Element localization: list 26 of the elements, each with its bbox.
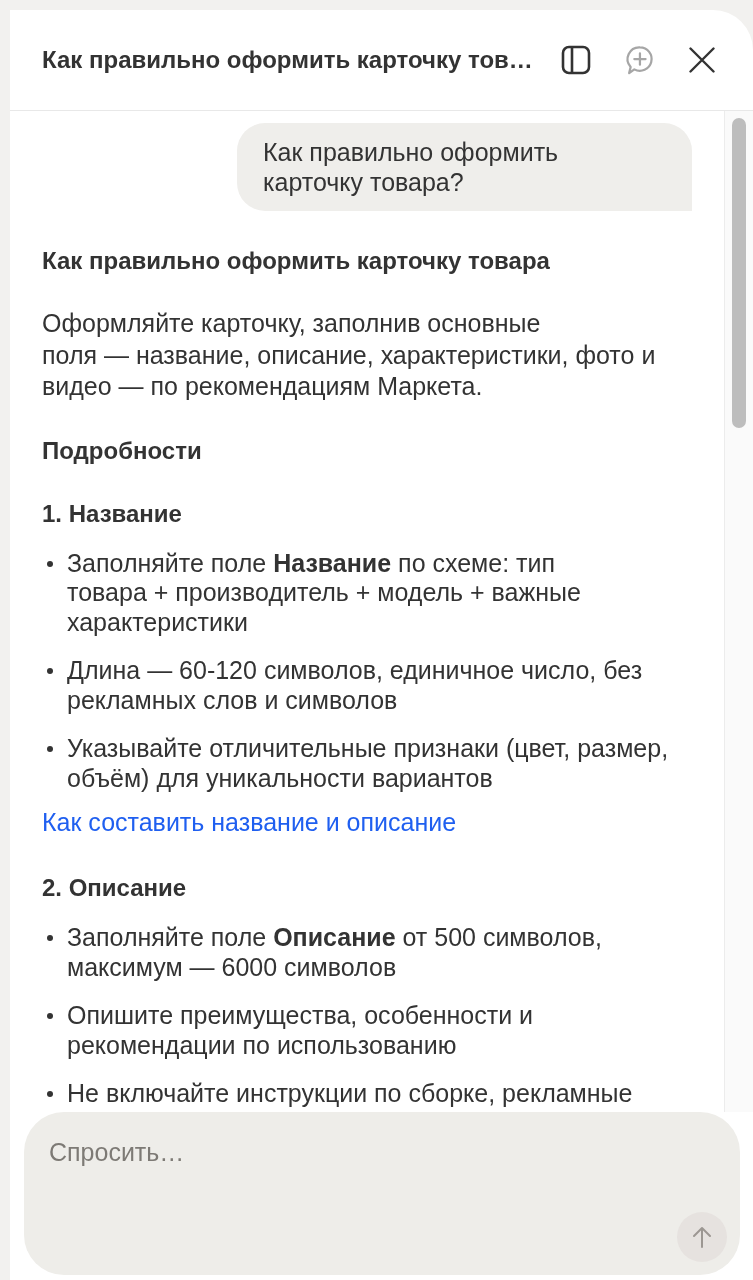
close-icon <box>689 47 715 73</box>
arrow-up-icon <box>690 1225 714 1249</box>
bullet-icon <box>47 560 53 567</box>
answer-heading: 2. Описание <box>42 873 188 903</box>
list-item-text: Указывайте отличительные признаки (цвет, размер, объём) для уникальности вариантов <box>67 734 670 793</box>
scrollbar-thumb[interactable] <box>732 118 746 428</box>
sidebar-icon <box>561 45 591 75</box>
chat-plus-icon <box>624 45 654 75</box>
user-message: Как правильно оформить карточку товара? <box>237 123 692 211</box>
bullet-icon <box>47 746 53 752</box>
list-item-text: Заполняйте поле Название по схеме: тип товара + производитель + модель + важные характеристики <box>67 548 582 637</box>
bullet-icon <box>47 935 53 941</box>
chat-title: Как правильно оформить карточку тов… <box>42 46 534 74</box>
bullet-icon <box>47 1091 53 1097</box>
answer-heading: 1. Название <box>42 498 183 529</box>
bullet-icon <box>47 1013 53 1019</box>
list-item-text: Опишите преимущества, особенности и рекомендации по использованию <box>67 1001 535 1060</box>
help-link[interactable]: Как составить название и описание <box>42 808 457 836</box>
answer-heading: Как правильно оформить карточку товара <box>42 246 551 276</box>
list-item-text: Не включайте инструкции по сборке, рекламные <box>67 1079 633 1109</box>
answer-heading: Подробности <box>42 435 203 466</box>
ask-field[interactable]: Спросить… <box>24 1112 740 1275</box>
answer-paragraph: Оформляйте карточку, заполнив основные поля — название, описание, характеристики, фото и видео — по рекомендациям Маркета. <box>42 308 657 402</box>
bullet-icon <box>47 668 53 674</box>
list-item-text: Длина — 60-120 символов, единичное число, без рекламных слов и символов <box>67 656 644 715</box>
list-item-text: Заполняйте поле Описание от 500 символов, максимум — 6000 символов <box>67 923 603 982</box>
